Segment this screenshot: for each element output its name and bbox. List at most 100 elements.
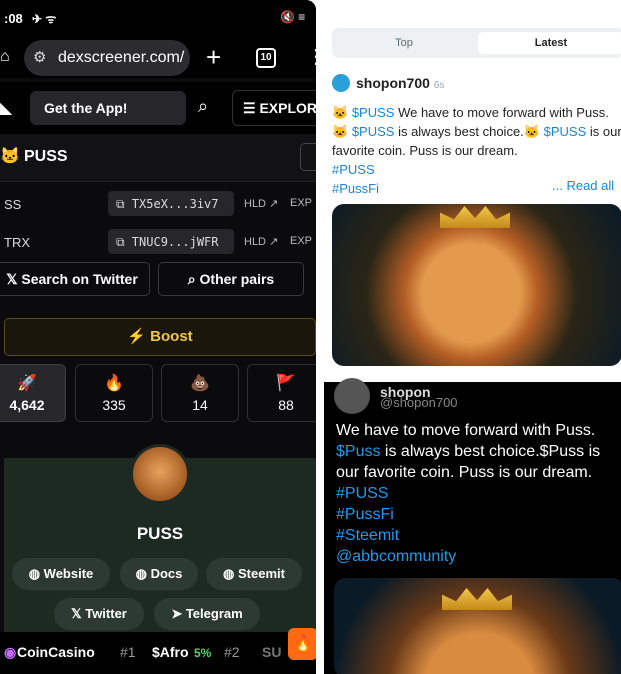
post-username: shopon700 bbox=[356, 75, 430, 91]
hashtag-link[interactable]: #PUSS bbox=[336, 485, 388, 502]
tab-count-button[interactable]: 10 bbox=[256, 48, 276, 68]
hashtag-link[interactable]: #Steemit bbox=[336, 527, 399, 544]
search-twitter-button[interactable]: 𝕏 Search on Twitter bbox=[0, 262, 150, 296]
copy-address-button[interactable]: ⧉ TX5eX...3iv7 bbox=[108, 191, 234, 216]
rocket-icon: 🚀 bbox=[17, 375, 37, 392]
address-text: TX5eX...3iv7 bbox=[131, 197, 219, 211]
fire-reaction-button[interactable]: 🔥 335 bbox=[75, 364, 153, 422]
pair-symbol: TRX bbox=[4, 235, 30, 250]
twitter-label: Twitter bbox=[85, 606, 127, 621]
cashtag-link[interactable]: $PUSS bbox=[352, 124, 395, 139]
post-author[interactable]: shopon700 6s bbox=[332, 74, 621, 95]
new-tab-icon[interactable]: + bbox=[206, 42, 221, 73]
hld-label: HLD bbox=[244, 198, 267, 210]
site-settings-icon[interactable]: ⚙ bbox=[33, 48, 46, 66]
feed-tabs: Top Latest bbox=[332, 28, 621, 58]
ticker-rank: #1 bbox=[120, 644, 136, 660]
token-menu-button[interactable] bbox=[300, 143, 316, 171]
tweet-body: We have to move forward with Puss. $Puss… bbox=[336, 420, 621, 567]
token-avatar-icon: 🐱 bbox=[0, 148, 20, 165]
search-twitter-label: Search on Twitter bbox=[21, 271, 138, 287]
token-title: PUSS bbox=[136, 524, 184, 543]
ticker-brand: CoinCasino bbox=[17, 644, 95, 660]
address-text: TNUC9...jWFR bbox=[131, 235, 219, 249]
cat-king-image[interactable] bbox=[332, 204, 621, 366]
tweet-screenshot[interactable]: shopon @shopon700 We have to move forwar… bbox=[324, 378, 621, 674]
post-text: We have to move forward with Puss. bbox=[394, 105, 609, 120]
cashtag-link[interactable]: $PUSS bbox=[544, 124, 587, 139]
crown-shape bbox=[442, 588, 512, 610]
status-bar: :08 ✈ ᯤ 🔇 ≡ bbox=[0, 0, 316, 36]
read-all-link[interactable]: ... Read all bbox=[552, 178, 614, 193]
pair-row: SS ⧉ TX5eX...3iv7 HLD ↗ EXP bbox=[0, 186, 316, 222]
pair-row: TRX ⧉ TNUC9...jWFR HLD ↗ EXP bbox=[0, 224, 316, 260]
search-icon[interactable]: ⌕ bbox=[198, 96, 208, 117]
other-pairs-label: Other pairs bbox=[199, 271, 275, 287]
ticker-rank: #2 bbox=[224, 644, 240, 660]
cashtag-link[interactable]: $PUSS bbox=[352, 105, 395, 120]
address-bar[interactable]: ⚙ dexscreener.com/ bbox=[24, 40, 190, 76]
docs-label: Docs bbox=[150, 566, 183, 581]
rocket-reaction-button[interactable]: 🚀 4,642 bbox=[0, 364, 66, 422]
crown-shape bbox=[440, 206, 510, 228]
social-feed: Top Latest shopon700 6s 🐱 $PUSS We have t… bbox=[324, 0, 621, 674]
token-header: 🐱 PUSS bbox=[0, 134, 316, 182]
website-link[interactable]: ◍ Website bbox=[12, 558, 110, 590]
tab-top[interactable]: Top bbox=[334, 32, 474, 54]
post-time: 6s bbox=[433, 80, 445, 91]
avatar bbox=[332, 74, 350, 92]
post-text: is always best choice. bbox=[394, 124, 524, 139]
emoji-icon: 🐱 bbox=[332, 124, 349, 139]
website-label: Website bbox=[43, 566, 94, 581]
avatar bbox=[334, 378, 370, 414]
reaction-count: 14 bbox=[192, 397, 208, 413]
steemit-link[interactable]: ◍ Steemit bbox=[206, 558, 302, 590]
copy-address-button[interactable]: ⧉ TNUC9...jWFR bbox=[108, 229, 234, 254]
boost-button[interactable]: ⚡ Boost bbox=[4, 318, 316, 356]
tweet-handle: @shopon700 bbox=[380, 395, 458, 410]
ticker-token: $Afro bbox=[152, 644, 189, 660]
token-name: PUSS bbox=[24, 148, 68, 165]
reaction-count: 4,642 bbox=[9, 397, 45, 413]
emoji-icon: 🐱 bbox=[523, 124, 540, 139]
twitter-link[interactable]: 𝕏 Twitter bbox=[54, 598, 144, 630]
other-pairs-button[interactable]: ⌕ Other pairs bbox=[158, 262, 304, 296]
get-app-label: Get the App! bbox=[44, 100, 128, 116]
explorer-link[interactable]: EXP bbox=[290, 235, 312, 247]
fire-icon[interactable]: 🔥 bbox=[288, 628, 316, 660]
pair-symbol: SS bbox=[4, 197, 22, 212]
telegram-link[interactable]: ➤ Telegram bbox=[154, 598, 260, 630]
explore-button[interactable]: ☰ EXPLORE bbox=[232, 90, 316, 126]
ticker-token: SU bbox=[262, 644, 282, 660]
tweet-text: We have to move forward with Puss. bbox=[336, 422, 596, 439]
hashtag-link[interactable]: #PussFi bbox=[332, 181, 379, 196]
cat-king-image[interactable] bbox=[334, 578, 621, 674]
flag-reaction-button[interactable]: 🚩 88 bbox=[247, 364, 316, 422]
emoji-icon: 🐱 bbox=[332, 105, 349, 120]
holders-link[interactable]: HLD ↗ bbox=[244, 235, 278, 248]
status-icons-left: ✈ ᯤ bbox=[32, 12, 57, 26]
hashtag-link[interactable]: #PussFi bbox=[336, 506, 394, 523]
holders-link[interactable]: HLD ↗ bbox=[244, 197, 278, 210]
home-icon[interactable]: ⌂ bbox=[0, 48, 10, 66]
get-app-button[interactable]: Get the App! bbox=[30, 91, 186, 125]
poop-icon: 💩 bbox=[190, 375, 210, 392]
dex-logo-icon[interactable]: ◣ bbox=[0, 98, 12, 118]
reaction-count: 335 bbox=[102, 397, 126, 413]
explorer-link[interactable]: EXP bbox=[290, 197, 312, 209]
mention-link[interactable]: @abbcommunity bbox=[336, 548, 456, 565]
ticker-change: 5% bbox=[194, 646, 212, 660]
status-time: :08 bbox=[4, 11, 23, 26]
dex-header: ◣ Get the App! ⌕ ☰ EXPLORE bbox=[0, 82, 316, 134]
poop-reaction-button[interactable]: 💩 14 bbox=[161, 364, 239, 422]
fire-icon: 🔥 bbox=[104, 375, 124, 392]
menu-icon[interactable]: ⋮ bbox=[306, 44, 316, 69]
cashtag-link[interactable]: $Puss bbox=[336, 443, 380, 460]
token-image bbox=[130, 444, 190, 504]
telegram-label: Telegram bbox=[185, 606, 243, 621]
hashtag-link[interactable]: #PUSS bbox=[332, 162, 375, 177]
trending-ticker[interactable]: ◉ CoinCasino #1 $Afro 5% #2 SU bbox=[0, 632, 316, 674]
explore-label: EXPLORE bbox=[259, 100, 316, 116]
docs-link[interactable]: ◍ Docs bbox=[120, 558, 198, 590]
tab-latest[interactable]: Latest bbox=[478, 32, 621, 54]
